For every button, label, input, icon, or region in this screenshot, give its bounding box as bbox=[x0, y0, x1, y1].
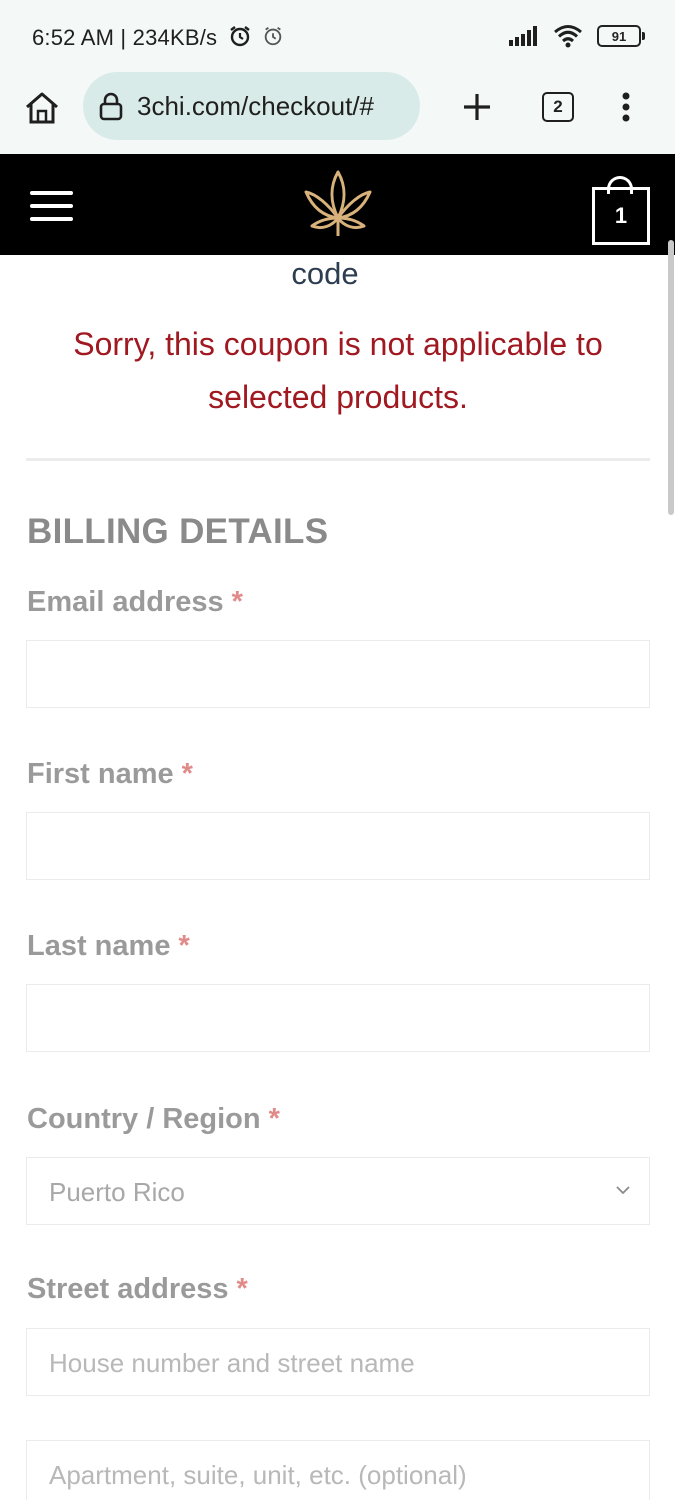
first-name-label: First name * bbox=[27, 758, 193, 790]
status-icons-right: 91 bbox=[509, 24, 645, 48]
logo-icon[interactable] bbox=[300, 168, 376, 240]
email-field[interactable] bbox=[26, 640, 650, 708]
street-address-field[interactable]: House number and street name bbox=[26, 1328, 650, 1396]
lock-icon bbox=[97, 91, 125, 121]
site-header: 1 bbox=[0, 154, 675, 255]
home-icon bbox=[26, 92, 58, 124]
first-name-field[interactable] bbox=[26, 812, 650, 880]
more-vertical-icon bbox=[622, 92, 630, 122]
required-marker: * bbox=[231, 586, 243, 618]
scrollbar[interactable] bbox=[668, 240, 674, 515]
cart-button[interactable]: 1 bbox=[592, 187, 650, 245]
street-address-label: Street address * bbox=[27, 1273, 248, 1305]
browser-toolbar: 3chi.com/checkout/# 2 bbox=[0, 72, 675, 154]
battery-icon: 91 bbox=[597, 25, 645, 47]
country-label: Country / Region * bbox=[27, 1103, 280, 1135]
url-text: 3chi.com/checkout/# bbox=[137, 90, 375, 121]
status-bar: 6:52 AM | 234KB/s 91 bbox=[0, 0, 675, 72]
status-time: 6:52 AM | 234KB/s bbox=[32, 25, 218, 50]
email-label: Email address * bbox=[27, 586, 243, 618]
last-name-label: Last name * bbox=[27, 930, 190, 962]
new-tab-button[interactable] bbox=[455, 85, 499, 129]
apartment-placeholder: Apartment, suite, unit, etc. (optional) bbox=[49, 1460, 467, 1490]
required-marker: * bbox=[236, 1273, 248, 1305]
status-icons-left bbox=[228, 24, 284, 48]
chevron-down-icon bbox=[616, 1186, 630, 1195]
home-button[interactable] bbox=[20, 86, 64, 130]
required-marker: * bbox=[181, 758, 193, 790]
wifi-icon bbox=[554, 25, 582, 48]
country-select-value: Puerto Rico bbox=[49, 1177, 185, 1207]
signal-icon bbox=[509, 26, 537, 46]
hamburger-menu-icon[interactable] bbox=[30, 191, 73, 221]
plus-icon bbox=[464, 94, 490, 120]
clock-icon bbox=[264, 26, 282, 46]
coupon-code-label: code bbox=[291, 256, 359, 291]
country-select[interactable]: Puerto Rico bbox=[26, 1157, 650, 1225]
last-name-field[interactable] bbox=[26, 984, 650, 1052]
divider bbox=[26, 458, 650, 461]
browser-menu-button[interactable] bbox=[606, 85, 646, 129]
street-address-placeholder: House number and street name bbox=[49, 1348, 415, 1378]
tab-switcher-button[interactable]: 2 bbox=[542, 92, 574, 122]
alarm-icon bbox=[230, 26, 250, 47]
billing-details-heading: BILLING DETAILS bbox=[27, 512, 329, 551]
address-bar[interactable]: 3chi.com/checkout/# bbox=[83, 72, 420, 140]
required-marker: * bbox=[268, 1103, 280, 1135]
apartment-field[interactable]: Apartment, suite, unit, etc. (optional) bbox=[26, 1440, 650, 1500]
coupon-error-message: Sorry, this coupon is not applicable to … bbox=[73, 326, 603, 415]
required-marker: * bbox=[178, 930, 190, 962]
